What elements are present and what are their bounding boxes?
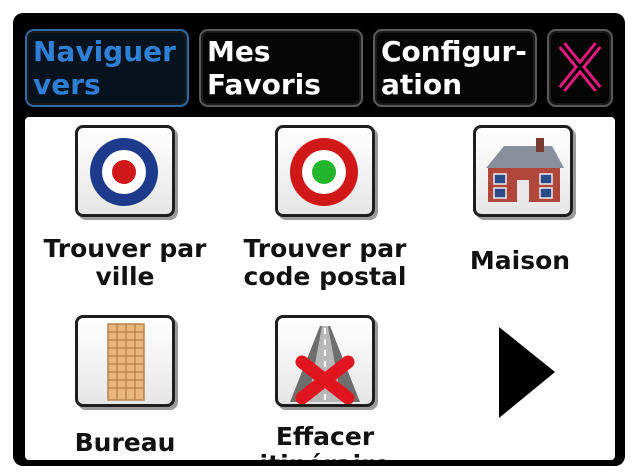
house-icon: [473, 125, 573, 217]
office-building-icon: [75, 315, 175, 407]
tab-configuration-line2: ation: [381, 68, 463, 101]
office-label: Bureau: [74, 428, 176, 457]
tab-navigate-to-line2: vers: [33, 68, 101, 101]
tab-configuration-line1: Configur-: [381, 35, 527, 68]
tab-my-favorites-line1: Mes: [207, 35, 271, 68]
tab-configuration[interactable]: Configur- ation: [373, 29, 537, 107]
tab-my-favorites[interactable]: Mes Favoris: [199, 29, 363, 107]
find-by-city-button[interactable]: Trouver par ville: [25, 125, 225, 300]
find-by-city-label: Trouver par ville: [43, 234, 207, 291]
tab-navigate-to[interactable]: Naviguer vers: [25, 29, 189, 107]
office-button[interactable]: Bureau: [25, 315, 225, 460]
delete-route-icon: [275, 315, 375, 407]
top-tab-bar: Naviguer vers Mes Favoris Configur- atio…: [13, 13, 625, 117]
tab-my-favorites-line2: Favoris: [207, 68, 321, 101]
target-red-center-icon: [75, 125, 175, 217]
home-label: Maison: [469, 246, 571, 275]
destination-menu-panel: Trouver par ville Trouver par code posta…: [25, 117, 615, 460]
close-x-icon: [558, 42, 602, 92]
next-page-arrow-icon[interactable]: [497, 325, 557, 420]
clear-route-label: Effacer itinéraire: [260, 422, 391, 461]
target-green-center-icon: [275, 125, 375, 217]
navigation-device-screen: Naviguer vers Mes Favoris Configur- atio…: [13, 13, 625, 466]
find-by-postcode-button[interactable]: Trouver par code postal: [225, 125, 425, 300]
find-by-postcode-label: Trouver par code postal: [243, 234, 407, 291]
close-button[interactable]: [547, 29, 613, 107]
home-button[interactable]: Maison: [435, 125, 605, 300]
clear-route-button[interactable]: Effacer itinéraire: [225, 315, 425, 460]
tab-navigate-to-line1: Naviguer: [33, 35, 176, 68]
